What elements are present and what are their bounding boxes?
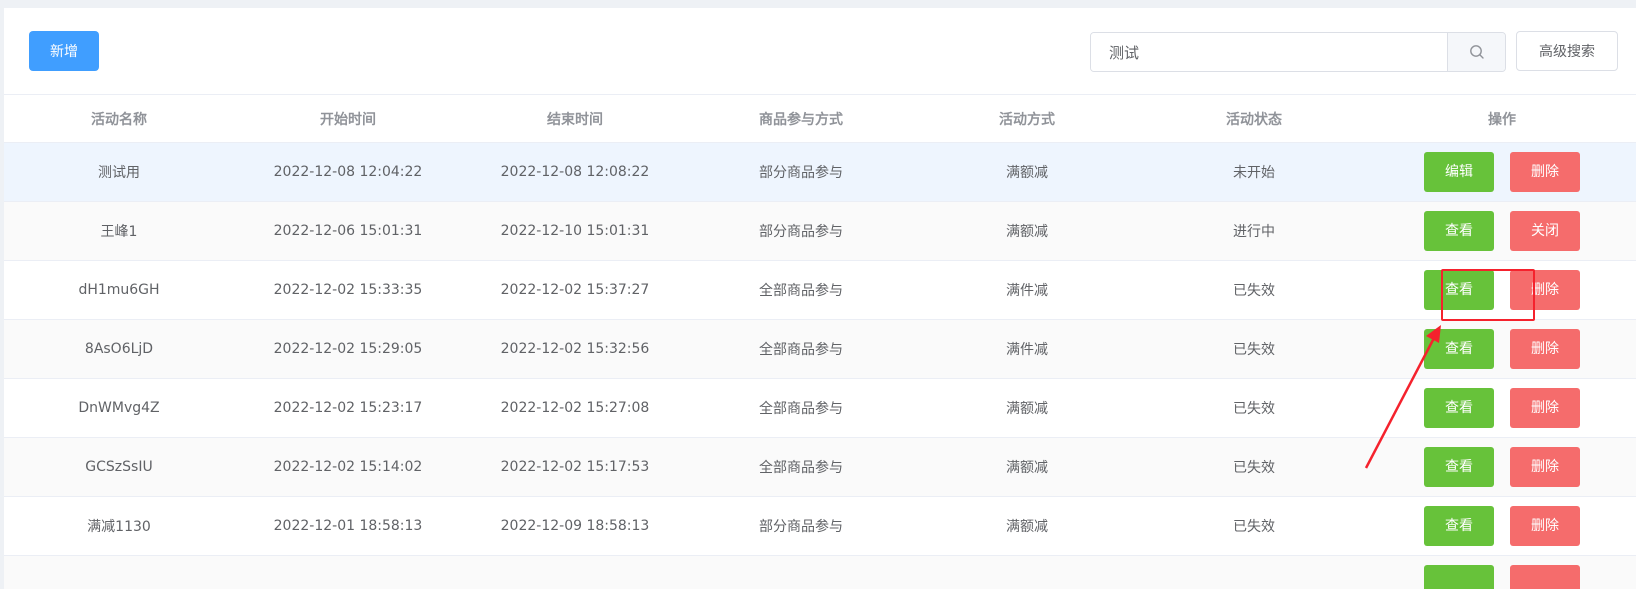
cell-activity-name: 王峰1 xyxy=(4,201,234,261)
cell-activity-status: 已失效 xyxy=(1140,319,1368,379)
cell-operations: 查看 删除 xyxy=(1368,496,1636,556)
cell-end-time: 2022-12-08 12:08:22 xyxy=(462,142,688,202)
cell-activity-status: 进行中 xyxy=(1140,201,1368,261)
cell-activity-status: 已失效 xyxy=(1140,378,1368,438)
cell-end-time xyxy=(462,555,688,589)
table-row[interactable]: 8AsO6LjD 2022-12-02 15:29:05 2022-12-02 15… xyxy=(4,319,1636,379)
cell-end-time: 2022-12-02 15:27:08 xyxy=(462,378,688,438)
cell-start-time: 2022-12-06 15:01:31 xyxy=(234,201,462,261)
col-operations: 操作 xyxy=(1368,94,1636,143)
view-button[interactable]: 查看 xyxy=(1424,211,1494,251)
cell-activity-status: 未开始 xyxy=(1140,142,1368,202)
cell-start-time: 2022-12-02 15:23:17 xyxy=(234,378,462,438)
cell-activity-type: 满额减 xyxy=(914,437,1140,497)
cell-operations: 查看 关闭 xyxy=(1368,201,1636,261)
delete-button[interactable]: 删除 xyxy=(1510,388,1580,428)
cell-activity-status xyxy=(1140,555,1368,589)
cell-activity-status: 已失效 xyxy=(1140,260,1368,320)
cell-operations xyxy=(1368,555,1636,589)
cell-product-mode: 部分商品参与 xyxy=(688,201,914,261)
table-row[interactable]: 测试用 2022-12-08 12:04:22 2022-12-08 12:08:2… xyxy=(4,142,1636,202)
cell-product-mode: 全部商品参与 xyxy=(688,378,914,438)
advanced-search-button[interactable]: 高级搜索 xyxy=(1516,31,1618,71)
view-button[interactable]: 查看 xyxy=(1424,447,1494,487)
cell-product-mode: 全部商品参与 xyxy=(688,260,914,320)
cell-activity-type: 满件减 xyxy=(914,319,1140,379)
view-button[interactable]: 查看 xyxy=(1424,506,1494,546)
cell-activity-name: 测试用 xyxy=(4,142,234,202)
col-product-mode: 商品参与方式 xyxy=(688,94,914,143)
cell-activity-name xyxy=(4,555,234,589)
add-button[interactable]: 新增 xyxy=(29,31,99,71)
cell-end-time: 2022-12-02 15:37:27 xyxy=(462,260,688,320)
view-button[interactable] xyxy=(1424,565,1494,589)
cell-activity-status: 已失效 xyxy=(1140,496,1368,556)
table-row[interactable]: 王峰1 2022-12-06 15:01:31 2022-12-10 15:01:3… xyxy=(4,201,1636,261)
cell-activity-type: 满件减 xyxy=(914,260,1140,320)
view-button[interactable]: 查看 xyxy=(1424,388,1494,428)
cell-operations: 查看 删除 xyxy=(1368,319,1636,379)
cell-activity-type: 满额减 xyxy=(914,378,1140,438)
cell-activity-type xyxy=(914,555,1140,589)
table-row[interactable]: dH1mu6GH 2022-12-02 15:33:35 2022-12-02 15… xyxy=(4,260,1636,320)
table-row[interactable] xyxy=(4,555,1636,589)
cell-end-time: 2022-12-02 15:32:56 xyxy=(462,319,688,379)
activity-table: 活动名称 开始时间 结束时间 商品参与方式 活动方式 活动状态 操作 测试用 20… xyxy=(4,94,1636,589)
col-activity-name: 活动名称 xyxy=(4,94,234,143)
search-input[interactable] xyxy=(1091,33,1447,71)
view-button[interactable]: 查看 xyxy=(1424,329,1494,369)
table-row[interactable]: DnWMvg4Z 2022-12-02 15:23:17 2022-12-02 15… xyxy=(4,378,1636,438)
col-activity-status: 活动状态 xyxy=(1140,94,1368,143)
cell-operations: 查看 删除 xyxy=(1368,378,1636,438)
cell-start-time: 2022-12-08 12:04:22 xyxy=(234,142,462,202)
search-button[interactable] xyxy=(1447,33,1505,71)
table-row[interactable]: 满减1130 2022-12-01 18:58:13 2022-12-09 18:5… xyxy=(4,496,1636,556)
cell-start-time xyxy=(234,555,462,589)
cell-activity-name: 8AsO6LjD xyxy=(4,319,234,379)
cell-activity-name: 满减1130 xyxy=(4,496,234,556)
cell-end-time: 2022-12-09 18:58:13 xyxy=(462,496,688,556)
delete-button[interactable]: 删除 xyxy=(1510,270,1580,310)
delete-button[interactable]: 删除 xyxy=(1510,506,1580,546)
cell-activity-name: GCSzSsIU xyxy=(4,437,234,497)
search-box xyxy=(1090,32,1506,72)
cell-start-time: 2022-12-02 15:29:05 xyxy=(234,319,462,379)
delete-button[interactable] xyxy=(1510,565,1580,589)
cell-start-time: 2022-12-02 15:33:35 xyxy=(234,260,462,320)
table-header-row: 活动名称 开始时间 结束时间 商品参与方式 活动方式 活动状态 操作 xyxy=(4,94,1636,143)
cell-product-mode xyxy=(688,555,914,589)
cell-product-mode: 全部商品参与 xyxy=(688,437,914,497)
edit-button[interactable]: 编辑 xyxy=(1424,152,1494,192)
cell-product-mode: 部分商品参与 xyxy=(688,142,914,202)
cell-activity-name: dH1mu6GH xyxy=(4,260,234,320)
cell-end-time: 2022-12-02 15:17:53 xyxy=(462,437,688,497)
cell-product-mode: 全部商品参与 xyxy=(688,319,914,379)
search-icon xyxy=(1469,45,1484,59)
cell-operations: 查看 删除 xyxy=(1368,437,1636,497)
main-panel: 新增 高级搜索 活动名称 开始时间 结束时间 商品参与方式 活动方式 xyxy=(4,8,1636,589)
toolbar: 新增 高级搜索 xyxy=(4,8,1636,94)
cell-activity-type: 满额减 xyxy=(914,142,1140,202)
delete-button[interactable]: 删除 xyxy=(1510,329,1580,369)
close-activity-button[interactable]: 关闭 xyxy=(1510,211,1580,251)
delete-button[interactable]: 删除 xyxy=(1510,447,1580,487)
col-end-time: 结束时间 xyxy=(462,94,688,143)
cell-product-mode: 部分商品参与 xyxy=(688,496,914,556)
view-button[interactable]: 查看 xyxy=(1424,270,1494,310)
cell-activity-type: 满额减 xyxy=(914,201,1140,261)
cell-activity-type: 满额减 xyxy=(914,496,1140,556)
col-activity-type: 活动方式 xyxy=(914,94,1140,143)
cell-activity-name: DnWMvg4Z xyxy=(4,378,234,438)
cell-end-time: 2022-12-10 15:01:31 xyxy=(462,201,688,261)
table-row[interactable]: GCSzSsIU 2022-12-02 15:14:02 2022-12-02 15… xyxy=(4,437,1636,497)
cell-start-time: 2022-12-01 18:58:13 xyxy=(234,496,462,556)
col-start-time: 开始时间 xyxy=(234,94,462,143)
cell-operations: 编辑 删除 xyxy=(1368,142,1636,202)
cell-start-time: 2022-12-02 15:14:02 xyxy=(234,437,462,497)
delete-button[interactable]: 删除 xyxy=(1510,152,1580,192)
cell-operations: 查看 删除 xyxy=(1368,260,1636,320)
cell-activity-status: 已失效 xyxy=(1140,437,1368,497)
